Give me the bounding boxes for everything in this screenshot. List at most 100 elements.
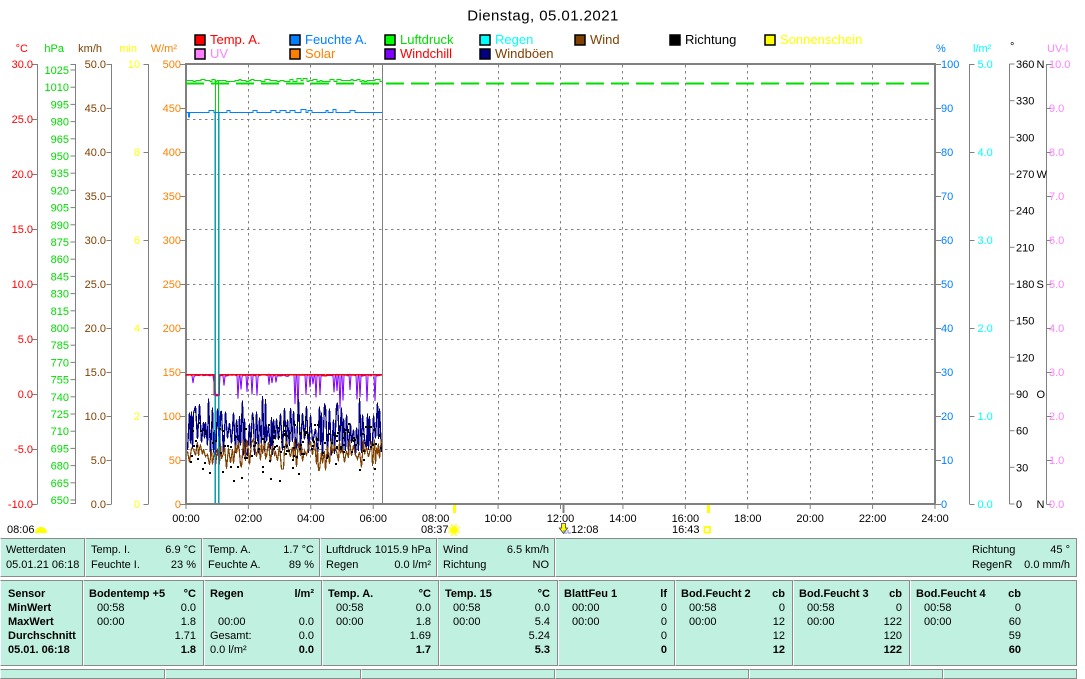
svg-text:hPa: hPa [44,43,64,55]
svg-text:18:00: 18:00 [734,513,762,525]
svg-text:N: N [1037,499,1045,511]
svg-text:180: 180 [1016,279,1034,291]
svg-text:Wind: Wind [590,32,620,47]
svg-text:10.0: 10.0 [12,279,33,291]
svg-text:950: 950 [51,151,69,163]
svg-text:0: 0 [175,499,181,511]
svg-text:25.0: 25.0 [85,279,106,291]
svg-text:270: 270 [1016,169,1034,181]
svg-text:830: 830 [51,289,69,301]
svg-text:710: 710 [51,426,69,438]
svg-text:815: 815 [51,306,69,318]
svg-text:300: 300 [1016,132,1034,144]
svg-text:50: 50 [941,279,953,291]
svg-text:5.0: 5.0 [978,59,993,71]
svg-text:400: 400 [163,147,181,159]
svg-text:Luftdruck: Luftdruck [400,32,454,47]
svg-text:1.0: 1.0 [978,411,993,423]
svg-text:5.0: 5.0 [91,455,106,467]
svg-text:5.0: 5.0 [1049,279,1064,291]
svg-text:1010: 1010 [45,82,69,94]
svg-text:650: 650 [51,495,69,507]
svg-text:15.0: 15.0 [85,367,106,379]
svg-text:2.0: 2.0 [978,323,993,335]
svg-text:965: 965 [51,134,69,146]
svg-text:100: 100 [163,411,181,423]
svg-text:Windchill: Windchill [400,46,452,61]
svg-text:785: 785 [51,340,69,352]
svg-text:6.0: 6.0 [1049,235,1064,247]
svg-text:22:00: 22:00 [859,513,887,525]
svg-text:100: 100 [941,59,959,71]
svg-text:890: 890 [51,220,69,232]
svg-text:25.0: 25.0 [12,114,33,126]
svg-text:UV: UV [210,46,228,61]
svg-text:60: 60 [1016,426,1028,438]
svg-text:W: W [1037,169,1048,181]
svg-text:250: 250 [163,279,181,291]
svg-text:0.0: 0.0 [18,389,33,401]
svg-text:°C: °C [16,43,28,55]
svg-text:60: 60 [941,235,953,247]
svg-text:770: 770 [51,357,69,369]
svg-text:935: 935 [51,168,69,180]
svg-text:20.0: 20.0 [85,323,106,335]
svg-text:Windböen: Windböen [495,46,554,61]
svg-text:0: 0 [134,499,140,511]
svg-text:500: 500 [163,59,181,71]
svg-text:8.0: 8.0 [1049,147,1064,159]
svg-text:08:37: 08:37 [421,524,449,536]
svg-text:40: 40 [941,323,953,335]
svg-text:16:43: 16:43 [672,524,700,536]
svg-text:14:00: 14:00 [609,513,637,525]
svg-text:120: 120 [1016,352,1034,364]
svg-text:-5.0: -5.0 [14,444,33,456]
svg-text:330: 330 [1016,96,1034,108]
svg-text:995: 995 [51,99,69,111]
svg-text:40.0: 40.0 [85,147,106,159]
svg-text:0.0: 0.0 [978,499,993,511]
svg-text:20.0: 20.0 [12,169,33,181]
svg-text:7.0: 7.0 [1049,191,1064,203]
svg-text:Temp. A.: Temp. A. [210,32,261,47]
svg-text:Solar: Solar [305,46,336,61]
svg-text:8: 8 [134,147,140,159]
svg-text:4: 4 [134,323,140,335]
svg-text:980: 980 [51,117,69,129]
svg-text:0: 0 [941,499,947,511]
svg-text:860: 860 [51,254,69,266]
svg-text:150: 150 [1016,316,1034,328]
svg-text:02:00: 02:00 [235,513,263,525]
svg-text:l/m²: l/m² [973,43,992,55]
svg-text:10.0: 10.0 [1049,59,1070,71]
svg-text:km/h: km/h [78,43,102,55]
svg-text:°: ° [1010,41,1014,53]
svg-text:06:00: 06:00 [359,513,387,525]
svg-text:N: N [1037,59,1045,71]
svg-text:UV-I: UV-I [1047,43,1068,55]
svg-text:O: O [1037,389,1046,401]
svg-text:905: 905 [51,203,69,215]
svg-text:210: 210 [1016,242,1034,254]
svg-text:450: 450 [163,103,181,115]
svg-text:300: 300 [163,235,181,247]
svg-text:3.0: 3.0 [978,235,993,247]
svg-text:845: 845 [51,271,69,283]
svg-text:50.0: 50.0 [85,59,106,71]
svg-text:30: 30 [1016,462,1028,474]
svg-text:70: 70 [941,191,953,203]
svg-text:0.0: 0.0 [91,499,106,511]
svg-text:00:00: 00:00 [172,513,200,525]
svg-text:725: 725 [51,409,69,421]
svg-text:S: S [1037,279,1044,291]
svg-text:45.0: 45.0 [85,103,106,115]
svg-text:30.0: 30.0 [85,235,106,247]
svg-text:5.0: 5.0 [18,334,33,346]
svg-text:Sonnenschein: Sonnenschein [780,32,862,47]
svg-text:755: 755 [51,375,69,387]
svg-text:-10.0: -10.0 [8,499,33,511]
svg-text:800: 800 [51,323,69,335]
svg-text:20:00: 20:00 [796,513,824,525]
svg-text:0.0: 0.0 [1049,499,1064,511]
svg-text:30.0: 30.0 [12,59,33,71]
